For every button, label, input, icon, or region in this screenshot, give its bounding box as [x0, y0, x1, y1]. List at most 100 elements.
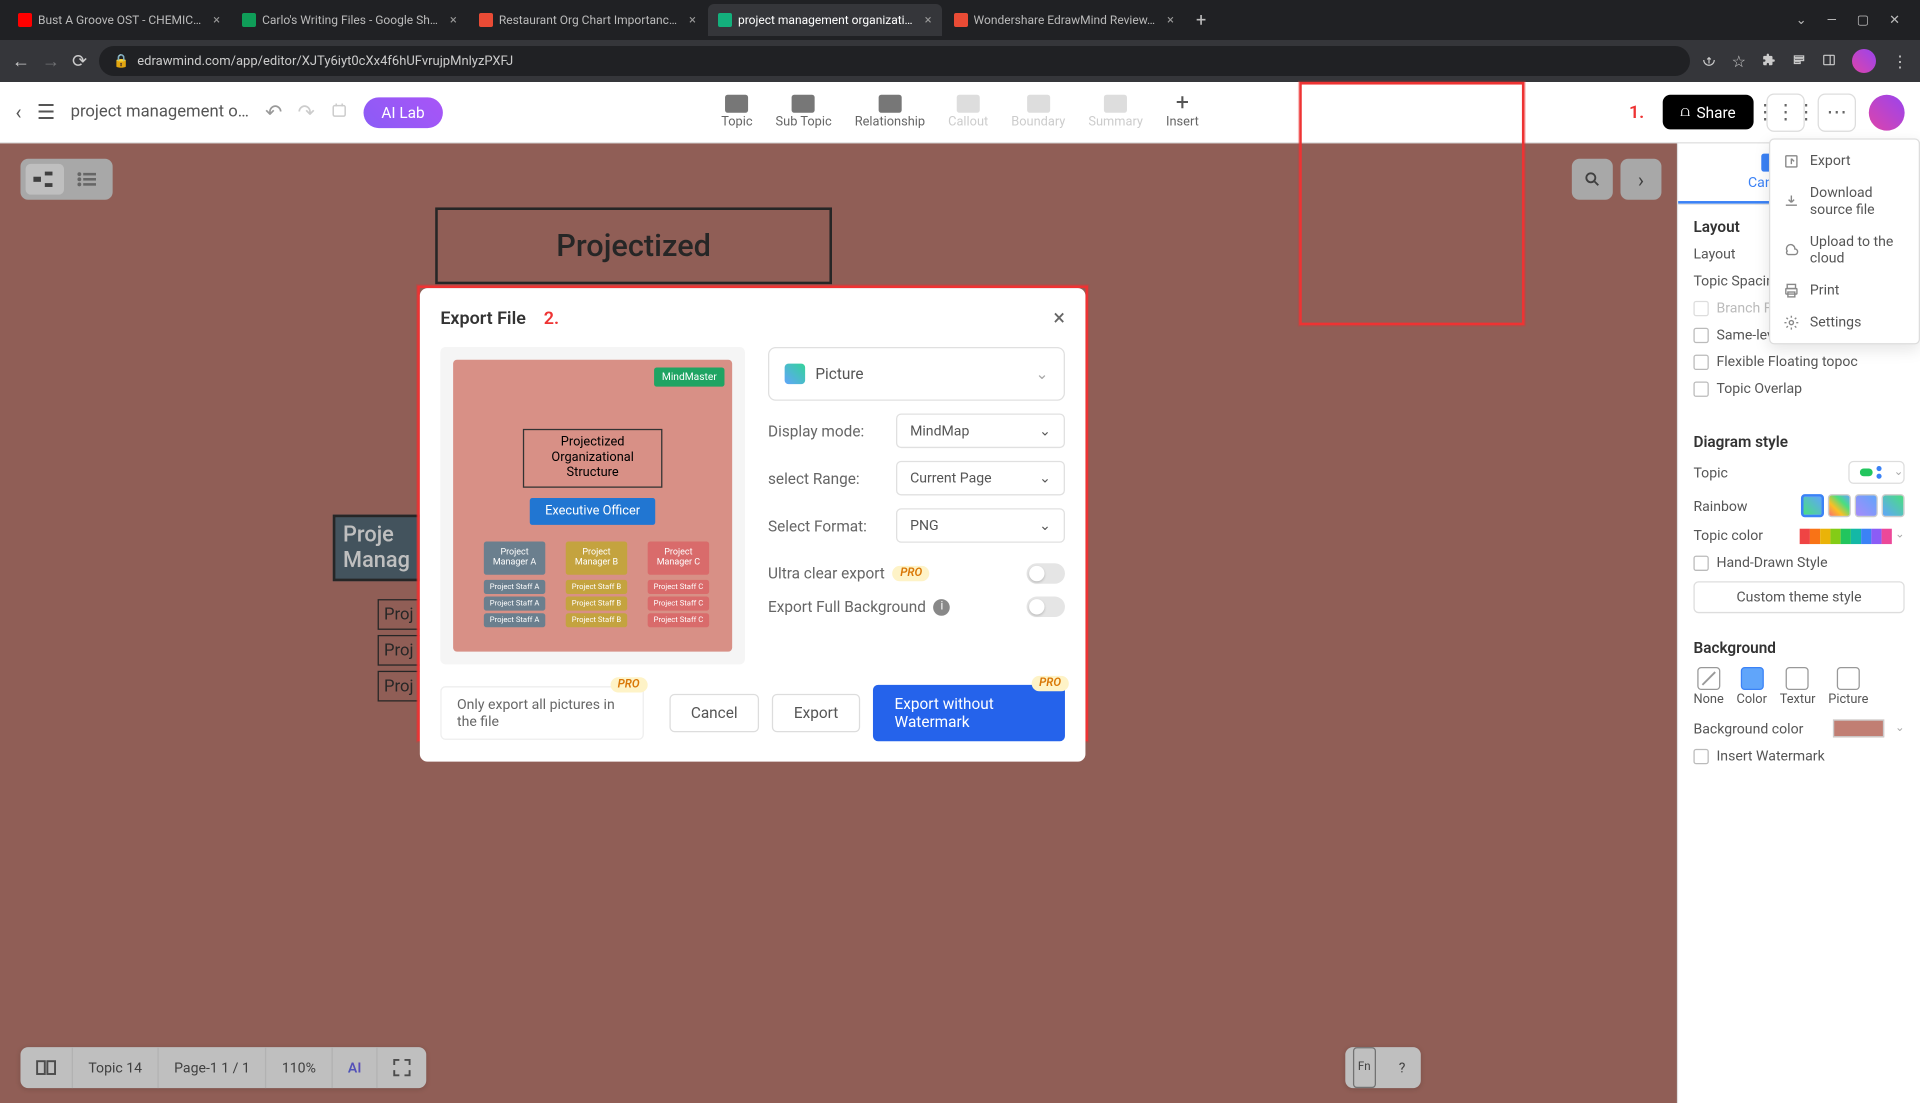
- share-button[interactable]: ⩍Share: [1662, 95, 1753, 130]
- reload-icon[interactable]: ⟳: [72, 51, 87, 72]
- format-group-select[interactable]: Picture ⌄: [768, 347, 1065, 401]
- share-url-icon[interactable]: [1702, 52, 1716, 71]
- select-format-select[interactable]: PNG⌄: [896, 508, 1065, 543]
- export-button[interactable]: Export: [772, 694, 860, 732]
- ultra-clear-toggle[interactable]: [1027, 563, 1065, 583]
- forward-icon[interactable]: →: [42, 51, 60, 72]
- pv-text: Projectized: [561, 435, 625, 449]
- topic-style-select[interactable]: ⌄: [1848, 461, 1904, 484]
- document-title[interactable]: project management orga...: [71, 102, 250, 121]
- rainbow-label: Rainbow: [1693, 497, 1747, 514]
- chrome-menu-icon[interactable]: ⋮: [1892, 52, 1908, 71]
- label: Insert Watermark: [1716, 748, 1824, 765]
- user-avatar[interactable]: [1869, 94, 1905, 130]
- tab-4[interactable]: project management organizati…×: [708, 4, 942, 36]
- redo-icon[interactable]: ↷: [298, 100, 315, 124]
- new-tab-button[interactable]: +: [1186, 10, 1216, 31]
- close-window-icon[interactable]: ✕: [1889, 13, 1900, 28]
- tab-label: Wondershare EdrawMind Review…: [974, 13, 1155, 27]
- profile-avatar[interactable]: [1852, 49, 1876, 73]
- tab-3[interactable]: Restaurant Org Chart Importanc…×: [469, 4, 706, 36]
- tab-1[interactable]: Bust A Groove OST - CHEMIC…×: [8, 4, 230, 36]
- chevron-down-icon: ⌄: [1895, 722, 1905, 735]
- subtopic-tool[interactable]: Sub Topic: [776, 95, 832, 130]
- modal-close-icon[interactable]: ×: [1053, 306, 1065, 332]
- menu-label: Download source file: [1810, 184, 1906, 217]
- branch-free-checkbox: [1693, 300, 1708, 315]
- hand-drawn-checkbox[interactable]: [1693, 555, 1708, 570]
- tab-5[interactable]: Wondershare EdrawMind Review… ×: [944, 4, 1184, 36]
- bg-texture[interactable]: Textur: [1780, 667, 1816, 707]
- select-value: MindMap: [910, 422, 969, 439]
- back-icon[interactable]: ←: [12, 51, 30, 72]
- select-range-select[interactable]: Current Page⌄: [896, 461, 1065, 496]
- pv-node: Project Staff C: [648, 613, 709, 627]
- same-level-checkbox[interactable]: [1693, 327, 1708, 342]
- bg-picture[interactable]: Picture: [1828, 667, 1868, 707]
- pv-node: Project Manager A: [484, 542, 545, 575]
- tool-label: Relationship: [855, 115, 925, 129]
- close-icon[interactable]: ×: [1167, 13, 1174, 28]
- bg-color[interactable]: Color: [1737, 667, 1767, 707]
- topic-tool[interactable]: Topic: [721, 95, 752, 130]
- menu-export[interactable]: Export: [1770, 145, 1918, 177]
- rainbow-opt-4[interactable]: [1882, 494, 1905, 517]
- flexible-checkbox[interactable]: [1693, 354, 1708, 369]
- display-mode-select[interactable]: MindMap⌄: [896, 414, 1065, 449]
- bg-color-swatch[interactable]: [1834, 719, 1885, 737]
- url-input[interactable]: 🔒 edrawmind.com/app/editor/XJTy6iyt0cXx4…: [99, 46, 1690, 76]
- background-heading: Background: [1693, 639, 1904, 657]
- history-icon[interactable]: [330, 100, 348, 124]
- insert-tool[interactable]: +Insert: [1166, 95, 1199, 130]
- minimize-icon[interactable]: —: [1827, 13, 1837, 28]
- texture-icon: [1786, 667, 1809, 690]
- menu-download[interactable]: Download source file: [1770, 177, 1918, 226]
- info-icon[interactable]: i: [934, 598, 951, 615]
- rainbow-opt-1[interactable]: [1801, 494, 1824, 517]
- export-no-watermark-button[interactable]: Export without Watermark PRO: [873, 685, 1065, 741]
- select-value: Picture: [815, 365, 863, 383]
- close-icon[interactable]: ×: [689, 13, 696, 28]
- lock-icon: 🔒: [113, 54, 129, 69]
- menu-upload[interactable]: Upload to the cloud: [1770, 225, 1918, 274]
- chevron-down-icon[interactable]: ⌄: [1796, 13, 1807, 28]
- label: Topic Overlap: [1716, 380, 1802, 397]
- label: Color: [1737, 693, 1767, 707]
- bg-none[interactable]: None: [1693, 667, 1723, 707]
- pv-node: Project Staff C: [648, 580, 709, 594]
- close-icon[interactable]: ×: [450, 13, 457, 28]
- sidepanel-icon[interactable]: [1822, 52, 1836, 71]
- watermark-checkbox[interactable]: [1693, 748, 1708, 763]
- cancel-button[interactable]: Cancel: [669, 694, 759, 732]
- menu-label: Print: [1810, 282, 1839, 299]
- canvas[interactable]: › Projectized Proje Manag Proj Proj Proj…: [0, 143, 1677, 1103]
- tool-label: Callout: [948, 115, 988, 129]
- extensions-icon[interactable]: [1762, 52, 1776, 71]
- close-icon[interactable]: ×: [213, 13, 220, 28]
- tab-2[interactable]: Carlo's Writing Files - Google Sh…×: [232, 4, 467, 36]
- maximize-icon[interactable]: ▢: [1857, 13, 1869, 28]
- rainbow-opt-3[interactable]: [1855, 494, 1878, 517]
- more-menu-button[interactable]: ⋯: [1818, 93, 1856, 131]
- only-pictures-button[interactable]: Only export all pictures in the file PRO: [440, 686, 643, 740]
- back-arrow-icon[interactable]: ‹: [15, 100, 21, 124]
- export-modal: Export File 2. × MindMaster ProjectizedO…: [420, 288, 1086, 762]
- menu-settings[interactable]: Settings: [1770, 306, 1918, 338]
- topic-color-strip[interactable]: ⌄: [1800, 528, 1904, 543]
- ai-lab-button[interactable]: AI Lab: [363, 97, 442, 128]
- rainbow-opt-2[interactable]: [1828, 494, 1851, 517]
- undo-icon[interactable]: ↶: [265, 100, 282, 124]
- full-bg-toggle[interactable]: [1027, 597, 1065, 617]
- diagram-style-heading: Diagram style: [1693, 433, 1904, 451]
- hamburger-icon[interactable]: ☰: [37, 100, 55, 124]
- relationship-tool[interactable]: Relationship: [855, 95, 925, 130]
- pv-node: Project Staff B: [566, 580, 627, 594]
- browser-tabs: Bust A Groove OST - CHEMIC…× Carlo's Wri…: [0, 0, 1920, 40]
- custom-theme-button[interactable]: Custom theme style: [1693, 581, 1904, 613]
- bookmark-icon[interactable]: ☆: [1732, 52, 1746, 71]
- menu-print[interactable]: Print: [1770, 274, 1918, 306]
- reading-list-icon[interactable]: [1792, 52, 1806, 71]
- apps-grid-icon[interactable]: ⋮⋮⋮: [1766, 93, 1804, 131]
- close-icon[interactable]: ×: [925, 13, 932, 28]
- overlap-checkbox[interactable]: [1693, 381, 1708, 396]
